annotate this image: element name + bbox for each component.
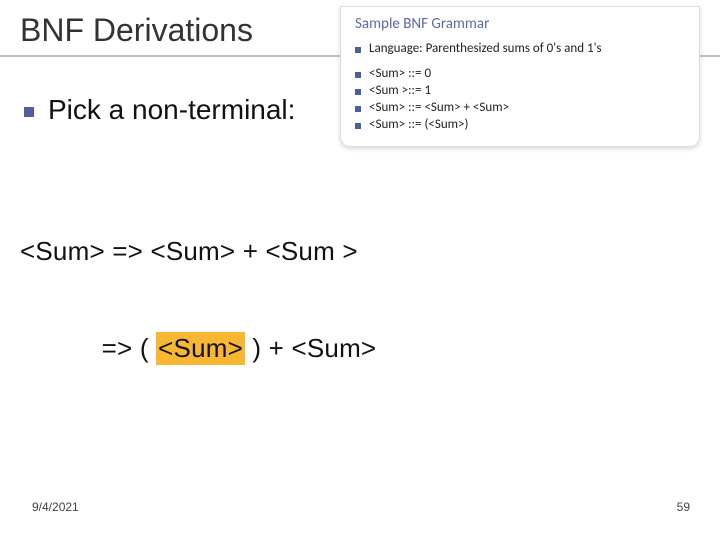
inset-row: Language: Parenthesized sums of 0's and …: [355, 41, 685, 56]
page-title: BNF Derivations: [20, 12, 253, 49]
highlighted-nonterminal: <Sum>: [156, 332, 245, 365]
square-bullet-icon: [355, 72, 361, 78]
square-bullet-icon: [355, 89, 361, 95]
deriv-line2-post: ) + <Sum>: [245, 333, 376, 363]
square-bullet-icon: [355, 47, 361, 53]
inset-text: <Sum> ::= (<Sum>): [369, 117, 468, 132]
inset-row: <Sum> ::= <Sum> + <Sum>: [355, 100, 685, 115]
square-bullet-icon: [355, 106, 361, 112]
grammar-inset: Sample BNF Grammar Language: Parenthesiz…: [340, 6, 700, 147]
inset-text: Language: Parenthesized sums of 0's and …: [369, 41, 602, 56]
main-bullet-row: Pick a non-terminal:: [24, 94, 295, 126]
derivation-line-2: => ( <Sum> ) + <Sum>: [20, 331, 376, 366]
main-bullet-text: Pick a non-terminal:: [48, 94, 295, 126]
slide: BNF Derivations Pick a non-terminal: <Su…: [0, 0, 720, 540]
deriv-line2-pre: => (: [20, 333, 156, 363]
inset-title: Sample BNF Grammar: [355, 15, 685, 33]
footer-date: 9/4/2021: [32, 500, 79, 514]
inset-text: <Sum> ::= 0: [369, 66, 431, 81]
derivation-block: <Sum> => <Sum> + <Sum > => ( <Sum> ) + <…: [20, 172, 376, 428]
inset-text: <Sum> ::= <Sum> + <Sum>: [369, 100, 509, 115]
inset-row-spacer: [355, 58, 685, 64]
square-bullet-icon: [355, 123, 361, 129]
derivation-line-1: <Sum> => <Sum> + <Sum >: [20, 234, 376, 269]
square-bullet-icon: [24, 107, 34, 117]
inset-row: <Sum> ::= 0: [355, 66, 685, 81]
inset-text: <Sum >::= 1: [369, 83, 431, 98]
footer-page-number: 59: [677, 500, 690, 514]
inset-row: <Sum> ::= (<Sum>): [355, 117, 685, 132]
inset-row: <Sum >::= 1: [355, 83, 685, 98]
